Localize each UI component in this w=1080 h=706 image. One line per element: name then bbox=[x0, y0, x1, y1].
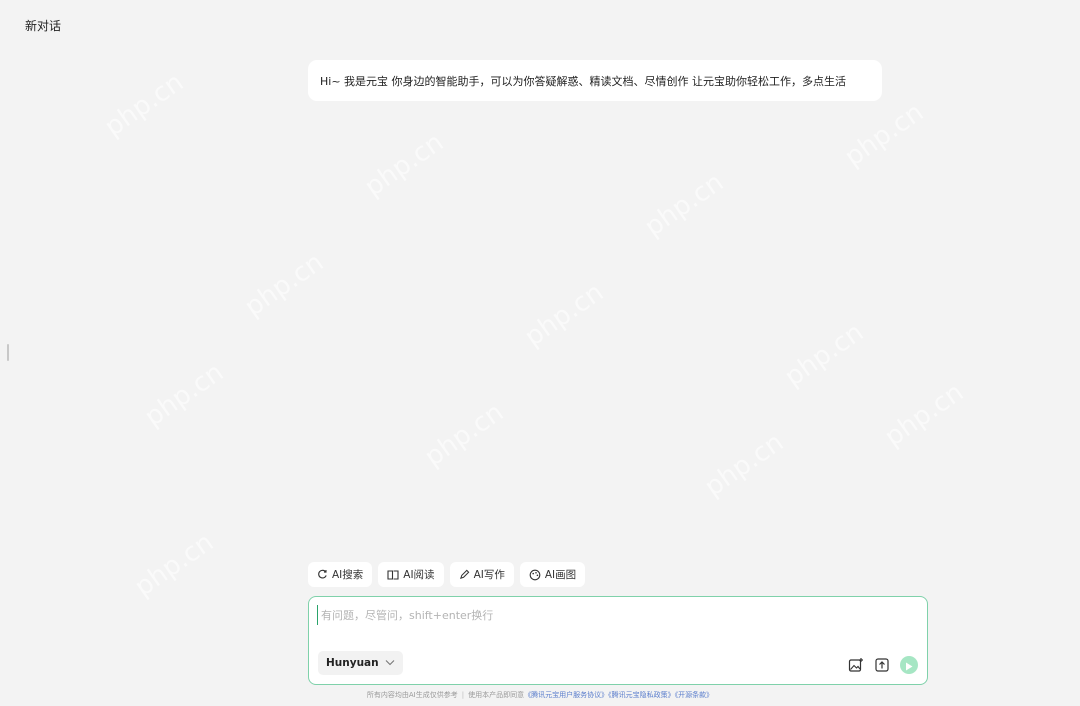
send-button[interactable] bbox=[900, 656, 918, 674]
ai-draw-button[interactable]: AI画图 bbox=[519, 562, 586, 587]
footer-divider: | bbox=[461, 691, 465, 699]
watermark-text: php.cn bbox=[879, 377, 970, 453]
agreement-prefix: 使用本产品即同意 bbox=[468, 691, 525, 699]
greeting-text: Hi~ 我是元宝 你身边的智能助手，可以为你答疑解惑、精读文档、尽情创作 让元宝… bbox=[320, 74, 847, 88]
message-composer: Hunyuan bbox=[308, 596, 928, 685]
user-agreement-link[interactable]: 《腾讯元宝用户服务协议》 bbox=[524, 691, 608, 699]
watermark-text: php.cn bbox=[139, 357, 230, 433]
ai-read-button[interactable]: AI阅读 bbox=[378, 562, 444, 587]
watermark-text: php.cn bbox=[639, 167, 730, 243]
pen-icon bbox=[459, 569, 470, 580]
ai-write-button[interactable]: AI写作 bbox=[449, 562, 514, 587]
ai-draw-label: AI画图 bbox=[544, 569, 577, 581]
ai-disclaimer-text: 所有内容均由AI生成仅供参考 bbox=[366, 691, 458, 699]
ai-write-label: AI写作 bbox=[473, 569, 505, 581]
open-source-terms-link[interactable]: 《开源条款》 bbox=[675, 691, 714, 699]
watermark-text: php.cn bbox=[699, 427, 790, 503]
disclaimer-footer: 所有内容均由AI生成仅供参考 | 使用本产品即同意《腾讯元宝用户服务协议》《腾讯元宝… bbox=[0, 690, 1080, 700]
ai-search-button[interactable]: AI搜索 bbox=[308, 562, 373, 587]
send-icon bbox=[905, 656, 913, 675]
greeting-message: Hi~ 我是元宝 你身边的智能助手，可以为你答疑解惑、精读文档、尽情创作 让元宝… bbox=[308, 60, 882, 101]
file-upload-icon[interactable] bbox=[874, 657, 890, 673]
sidebar-toggle-handle[interactable] bbox=[7, 344, 9, 361]
model-selector[interactable]: Hunyuan bbox=[318, 651, 403, 675]
search-refresh-icon bbox=[317, 569, 328, 580]
watermark-text: php.cn bbox=[839, 97, 930, 173]
watermark-text: php.cn bbox=[419, 397, 510, 473]
watermark-text: php.cn bbox=[99, 67, 190, 143]
watermark-text: php.cn bbox=[779, 317, 870, 393]
watermark-text: php.cn bbox=[239, 247, 330, 323]
image-upload-icon[interactable] bbox=[848, 657, 864, 673]
page-title: 新对话 bbox=[25, 19, 62, 33]
watermark-text: php.cn bbox=[359, 127, 450, 203]
watermark-text: php.cn bbox=[129, 527, 220, 603]
ai-search-label: AI搜索 bbox=[332, 569, 364, 581]
chevron-down-icon bbox=[385, 657, 395, 669]
privacy-policy-link[interactable]: 《腾讯元宝隐私政策》 bbox=[608, 691, 675, 699]
model-name: Hunyuan bbox=[326, 657, 379, 669]
palette-icon bbox=[529, 569, 541, 581]
book-icon bbox=[387, 569, 399, 580]
message-input[interactable] bbox=[317, 605, 841, 625]
tool-chips: AI搜索 AI阅读 AI写作 AI画图 bbox=[308, 562, 586, 587]
app-page: php.cn php.cn php.cn php.cn php.cn php.c… bbox=[0, 0, 1080, 706]
watermark-text: php.cn bbox=[519, 277, 610, 353]
ai-read-label: AI阅读 bbox=[403, 569, 435, 581]
